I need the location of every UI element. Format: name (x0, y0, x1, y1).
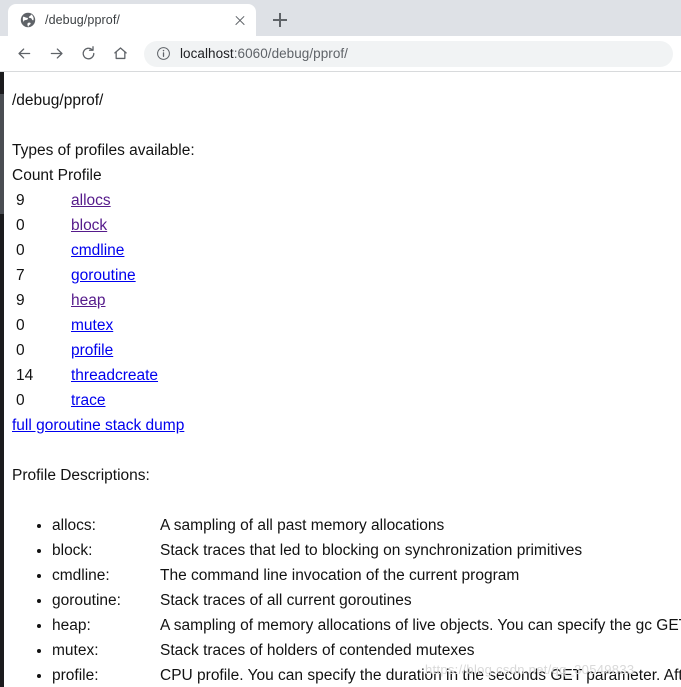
browser-window: /debug/pprof/ localhost:6060/debug/pprof… (0, 0, 681, 687)
profile-count: 0 (16, 392, 25, 409)
info-circle-icon[interactable] (156, 46, 171, 61)
tab-strip: /debug/pprof/ (0, 0, 681, 36)
description-name: mutex: (52, 642, 99, 659)
profile-link-profile[interactable]: profile (71, 342, 113, 359)
browser-tab[interactable]: /debug/pprof/ (8, 4, 256, 36)
close-icon[interactable] (232, 12, 248, 28)
tab-title: /debug/pprof/ (45, 13, 120, 27)
table-row: 0 profile (12, 338, 158, 363)
reload-icon (80, 45, 97, 62)
profile-link-trace[interactable]: trace (71, 392, 105, 409)
profile-name-cell: profile (71, 338, 158, 363)
description-text: Stack traces of holders of contended mut… (160, 642, 475, 659)
list-item: block: Stack traces that led to blocking … (52, 538, 681, 563)
profile-count: 0 (16, 317, 25, 334)
description-name: goroutine: (52, 592, 121, 609)
address-bar-url: localhost:6060/debug/pprof/ (180, 46, 348, 61)
profile-count: 14 (16, 367, 34, 384)
url-host: localhost (180, 46, 234, 61)
list-item: cmdline: The command line invocation of t… (52, 563, 681, 588)
profile-link-threadcreate[interactable]: threadcreate (71, 367, 158, 384)
reload-button[interactable] (74, 40, 102, 68)
profile-count: 9 (16, 192, 25, 209)
description-text: A sampling of all past memory allocation… (160, 517, 445, 534)
description-name: allocs: (52, 517, 96, 534)
profile-link-allocs[interactable]: allocs (71, 192, 111, 209)
description-name: profile: (52, 667, 99, 684)
home-button[interactable] (106, 40, 134, 68)
profile-table-body: 9 allocs 0 block 0 cmdline 7 goroutine 9… (12, 188, 158, 413)
profile-name-cell: block (71, 213, 158, 238)
new-tab-button[interactable] (266, 6, 294, 34)
profile-link-cmdline[interactable]: cmdline (71, 242, 124, 259)
address-bar[interactable]: localhost:6060/debug/pprof/ (144, 40, 673, 67)
back-button[interactable] (10, 40, 38, 68)
profile-count: 7 (16, 267, 25, 284)
list-item: allocs: A sampling of all past memory all… (52, 513, 681, 538)
profile-count: 0 (16, 217, 25, 234)
home-icon (112, 45, 129, 62)
page-title: /debug/pprof/ (12, 92, 104, 109)
description-text: The command line invocation of the curre… (160, 567, 520, 584)
profile-name-cell: cmdline (71, 238, 158, 263)
profile-name-cell: allocs (71, 188, 158, 213)
watermark: https://blog.csdn.net/qq_30549833 (425, 662, 635, 677)
profile-link-goroutine[interactable]: goroutine (71, 267, 136, 284)
profiles-section: Types of profiles available: Count Profi… (12, 138, 681, 438)
url-path: :6060/debug/pprof/ (233, 46, 348, 61)
description-text: Stack traces of all current goroutines (160, 592, 412, 609)
full-goroutine-stack-dump-link[interactable]: full goroutine stack dump (12, 417, 184, 434)
back-arrow-icon (16, 45, 33, 62)
list-item: heap: A sampling of memory allocations of… (52, 613, 681, 638)
globe-icon (20, 12, 36, 28)
profile-link-mutex[interactable]: mutex (71, 317, 113, 334)
description-name: block: (52, 542, 93, 559)
scrollbar-edge[interactable] (0, 72, 4, 687)
table-row: 0 trace (12, 388, 158, 413)
profile-name-cell: threadcreate (71, 363, 158, 388)
profile-name-cell: trace (71, 388, 158, 413)
forward-button[interactable] (42, 40, 70, 68)
profile-count: 0 (16, 242, 25, 259)
profile-link-block[interactable]: block (71, 217, 107, 234)
table-row: 7 goroutine (12, 263, 158, 288)
pprof-index-page: /debug/pprof/ Types of profiles availabl… (4, 72, 681, 687)
scrollbar-thumb[interactable] (0, 94, 4, 214)
profile-descriptions-label: Profile Descriptions: (12, 467, 150, 484)
page-viewport: /debug/pprof/ Types of profiles availabl… (0, 72, 681, 687)
profile-table-header: Count Profile (12, 167, 102, 184)
profile-table: 9 allocs 0 block 0 cmdline 7 goroutine 9… (12, 188, 158, 413)
description-text: Stack traces that led to blocking on syn… (160, 542, 583, 559)
profile-name-cell: goroutine (71, 263, 158, 288)
profile-name-cell: mutex (71, 313, 158, 338)
table-row: 9 heap (12, 288, 158, 313)
description-text: A sampling of memory allocations of live… (160, 617, 681, 634)
description-name: heap: (52, 617, 91, 634)
table-row: 0 block (12, 213, 158, 238)
table-row: 9 allocs (12, 188, 158, 213)
list-item: goroutine: Stack traces of all current go… (52, 588, 681, 613)
full-goroutine-dump-row: full goroutine stack dump (12, 413, 681, 438)
table-row: 0 mutex (12, 313, 158, 338)
types-available-label: Types of profiles available: (12, 142, 195, 159)
forward-arrow-icon (48, 45, 65, 62)
profile-count: 0 (16, 342, 25, 359)
profile-descriptions-list: allocs: A sampling of all past memory all… (12, 513, 681, 687)
browser-toolbar: localhost:6060/debug/pprof/ (0, 36, 681, 72)
description-name: cmdline: (52, 567, 110, 584)
table-row: 14 threadcreate (12, 363, 158, 388)
profile-count: 9 (16, 292, 25, 309)
profile-link-heap[interactable]: heap (71, 292, 105, 309)
table-row: 0 cmdline (12, 238, 158, 263)
list-item: mutex: Stack traces of holders of contend… (52, 638, 681, 663)
profile-name-cell: heap (71, 288, 158, 313)
